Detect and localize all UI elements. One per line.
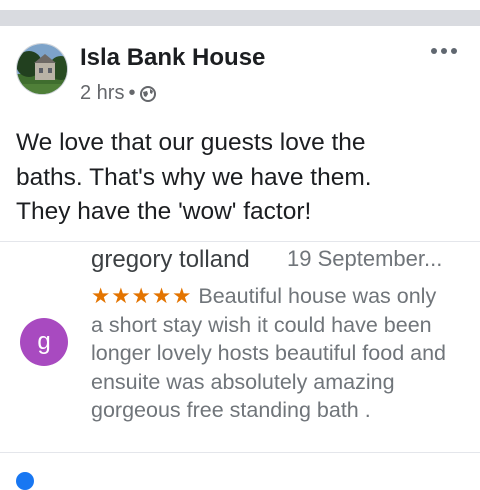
globe-icon — [139, 85, 157, 103]
top-divider — [0, 10, 480, 26]
reviewer-avatar: g — [20, 318, 68, 366]
more-options-icon[interactable] — [430, 44, 458, 56]
bottom-divider — [0, 452, 480, 453]
page-avatar[interactable] — [16, 43, 68, 95]
reviewer-name: gregory tolland — [91, 246, 250, 273]
post-text: We love that our guests love the baths. … — [16, 129, 372, 225]
page-name[interactable]: Isla Bank House — [80, 44, 265, 72]
review-body: ★★★★★ Beautiful house was only a short s… — [91, 282, 451, 425]
post-time[interactable]: 2 hrs — [80, 82, 124, 105]
like-reaction-icon[interactable] — [16, 472, 34, 490]
review-date: 19 September... — [287, 246, 443, 271]
post-meta: 2 hrs • — [80, 82, 157, 105]
star-rating: ★★★★★ — [91, 284, 193, 308]
meta-separator: • — [128, 82, 136, 104]
page-avatar-image — [17, 44, 67, 94]
top-strip — [0, 0, 480, 26]
